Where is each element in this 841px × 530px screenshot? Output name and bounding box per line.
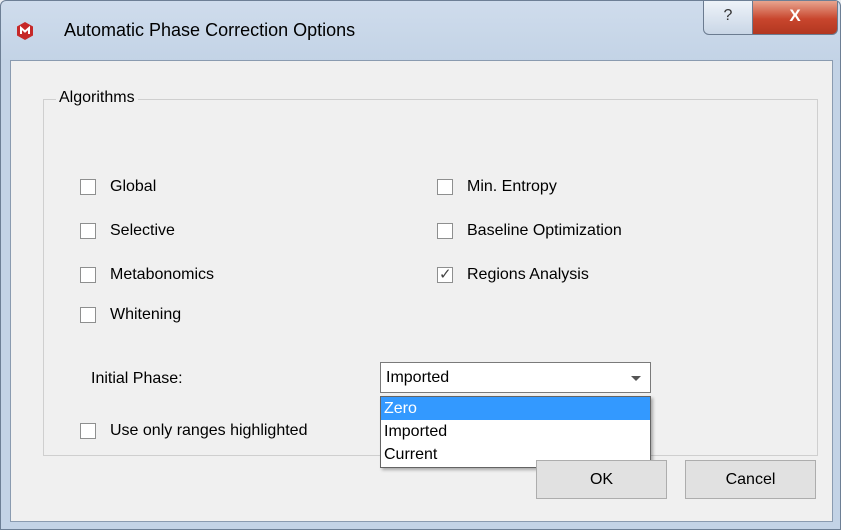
help-icon: ? [723, 7, 733, 24]
checkbox-regions-analysis[interactable]: ✓ Regions Analysis [437, 264, 589, 286]
checkbox-label: Use only ranges highlighted [110, 422, 308, 439]
app-logo-icon [17, 22, 33, 40]
dialog-body: Algorithms Global Selective Metabonomics… [10, 60, 833, 522]
close-icon: X [789, 6, 801, 25]
checkbox-label: Baseline Optimization [467, 222, 622, 239]
checkbox-box[interactable] [80, 267, 96, 283]
checkbox-box[interactable] [80, 179, 96, 195]
checkbox-label: Metabonomics [110, 266, 215, 283]
checkbox-label: Global [110, 178, 157, 195]
checkbox-box[interactable] [437, 179, 453, 195]
checkbox-use-only-ranges[interactable]: Use only ranges highlighted [80, 420, 307, 442]
algorithms-group-title: Algorithms [56, 89, 138, 107]
checkbox-global[interactable]: Global [80, 176, 156, 198]
checkbox-selective[interactable]: Selective [80, 220, 175, 242]
checkbox-label: Regions Analysis [467, 266, 589, 283]
initial-phase-value: Imported [386, 369, 450, 386]
initial-phase-label: Initial Phase: [91, 370, 183, 387]
checkbox-whitening[interactable]: Whitening [80, 304, 181, 326]
checkbox-label: Whitening [110, 306, 182, 323]
checkbox-box[interactable] [80, 423, 96, 439]
dropdown-option-imported[interactable]: Imported [381, 420, 650, 443]
dropdown-option-zero[interactable]: Zero [381, 397, 650, 420]
checkbox-box[interactable]: ✓ [437, 266, 453, 283]
checkbox-box[interactable] [80, 307, 96, 323]
initial-phase-dropdown: Zero Imported Current [380, 396, 651, 468]
cancel-button[interactable]: Cancel [685, 460, 816, 499]
help-button[interactable]: ? [703, 1, 753, 35]
title-bar[interactable]: Automatic Phase Correction Options ? X [1, 1, 840, 61]
window-title: Automatic Phase Correction Options [64, 20, 356, 40]
ok-button[interactable]: OK [536, 460, 667, 499]
checkbox-baseline-optimization[interactable]: Baseline Optimization [437, 220, 622, 242]
checkmark-icon: ✓ [439, 266, 452, 283]
checkbox-box[interactable] [80, 223, 96, 239]
algorithms-group: Algorithms Global Selective Metabonomics… [43, 89, 818, 468]
checkbox-metabonomics[interactable]: Metabonomics [80, 264, 214, 286]
checkbox-min-entropy[interactable]: Min. Entropy [437, 176, 557, 198]
close-button[interactable]: X [752, 1, 838, 35]
checkbox-box[interactable] [437, 223, 453, 239]
initial-phase-select[interactable]: Imported [380, 362, 651, 393]
checkbox-label: Selective [110, 222, 175, 239]
chevron-down-icon[interactable] [631, 376, 641, 381]
checkbox-label: Min. Entropy [467, 178, 557, 195]
dialog-window: Automatic Phase Correction Options ? X A… [0, 0, 841, 530]
